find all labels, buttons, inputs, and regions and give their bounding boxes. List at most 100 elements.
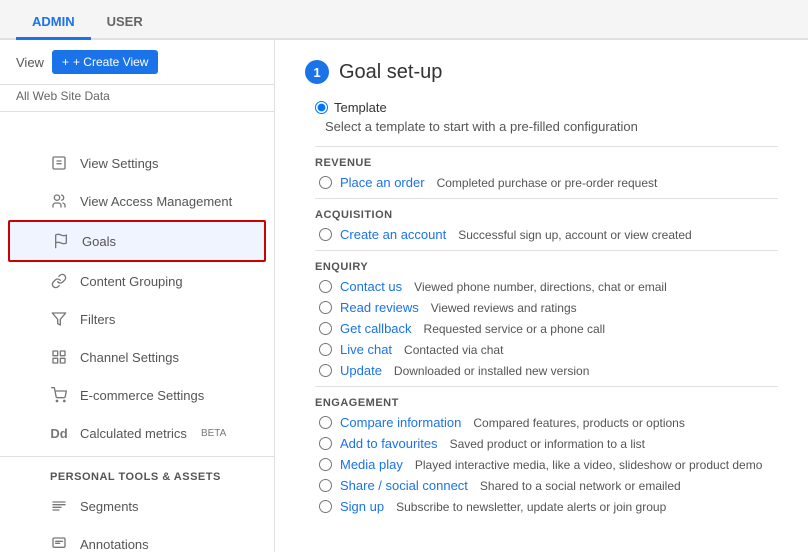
sidebar-item-annotations[interactable]: Annotations — [0, 525, 274, 552]
beta-badge: BETA — [201, 428, 226, 439]
media-play-label[interactable]: Media play — [340, 457, 403, 472]
main-content: 1 Goal set-up Template Select a template… — [275, 40, 808, 552]
goal-option-compare-info: Compare information Compared features, p… — [315, 415, 778, 430]
link-icon — [50, 272, 68, 290]
share-social-radio[interactable] — [319, 479, 332, 492]
goal-option-read-reviews: Read reviews Viewed reviews and ratings — [315, 300, 778, 315]
create-account-label[interactable]: Create an account — [340, 227, 446, 242]
people-icon — [50, 192, 68, 210]
place-order-label[interactable]: Place an order — [340, 175, 425, 190]
tab-admin[interactable]: ADMIN — [16, 6, 91, 40]
compare-info-radio[interactable] — [319, 416, 332, 429]
flag-icon — [52, 232, 70, 250]
sidebar-item-label: View Settings — [80, 156, 159, 171]
create-view-label: + Create View — [73, 55, 149, 69]
cart-icon — [50, 386, 68, 404]
template-radio-option[interactable]: Template — [315, 100, 778, 115]
read-reviews-label[interactable]: Read reviews — [340, 300, 419, 315]
sidebar-item-label: View Access Management — [80, 194, 232, 209]
personal-section-title: PERSONAL TOOLS & ASSETS — [0, 461, 274, 487]
create-account-desc: Successful sign up, account or view crea… — [458, 228, 691, 242]
sidebar-item-view-access[interactable]: View Access Management — [0, 182, 274, 220]
template-radio[interactable] — [315, 101, 328, 114]
site-name: All Web Site Data — [0, 85, 274, 112]
back-arrow-button[interactable] — [0, 112, 32, 144]
sidebar-item-label: Channel Settings — [80, 350, 179, 365]
sidebar-item-ecommerce[interactable]: E-commerce Settings — [0, 376, 274, 414]
sidebar-item-label: Content Grouping — [80, 274, 183, 289]
goal-option-sign-up: Sign up Subscribe to newsletter, update … — [315, 499, 778, 514]
goal-option-share-social: Share / social connect Shared to a socia… — [315, 478, 778, 493]
add-favourites-label[interactable]: Add to favourites — [340, 436, 438, 451]
place-order-desc: Completed purchase or pre-order request — [437, 176, 658, 190]
compare-info-desc: Compared features, products or options — [473, 416, 684, 430]
sidebar-item-label: Calculated metrics — [80, 426, 187, 441]
update-radio[interactable] — [319, 364, 332, 377]
update-desc: Downloaded or installed new version — [394, 364, 589, 378]
tab-user[interactable]: USER — [91, 6, 159, 40]
contact-us-label[interactable]: Contact us — [340, 279, 402, 294]
template-description: Select a template to start with a pre-fi… — [325, 119, 778, 134]
sidebar-item-label: E-commerce Settings — [80, 388, 204, 403]
share-social-desc: Shared to a social network or emailed — [480, 479, 681, 493]
read-reviews-radio[interactable] — [319, 301, 332, 314]
plus-icon: + — [62, 55, 69, 69]
sign-up-label[interactable]: Sign up — [340, 499, 384, 514]
goal-option-add-favourites: Add to favourites Saved product or infor… — [315, 436, 778, 451]
get-callback-radio[interactable] — [319, 322, 332, 335]
media-play-radio[interactable] — [319, 458, 332, 471]
doc-icon — [50, 154, 68, 172]
enquiry-section-label: ENQUIRY — [315, 261, 778, 273]
goal-option-live-chat: Live chat Contacted via chat — [315, 342, 778, 357]
sidebar-item-calculated-metrics[interactable]: Dd Calculated metrics BETA — [0, 414, 274, 452]
revenue-section-label: REVENUE — [315, 157, 778, 169]
place-order-radio[interactable] — [319, 176, 332, 189]
sidebar-item-segments[interactable]: Segments — [0, 487, 274, 525]
sidebar-item-label: Filters — [80, 312, 115, 327]
filter-icon — [50, 310, 68, 328]
live-chat-label[interactable]: Live chat — [340, 342, 392, 357]
sidebar-item-label: Segments — [80, 499, 139, 514]
view-label: View — [16, 55, 44, 70]
get-callback-label[interactable]: Get callback — [340, 321, 412, 336]
calculated-icon: Dd — [50, 424, 68, 442]
acquisition-section-label: ACQUISITION — [315, 209, 778, 221]
step-number: 1 — [305, 60, 329, 84]
sidebar-item-channel-settings[interactable]: Channel Settings — [0, 338, 274, 376]
annotations-icon — [50, 535, 68, 552]
media-play-desc: Played interactive media, like a video, … — [415, 458, 763, 472]
sidebar-item-goals[interactable]: Goals — [8, 220, 266, 262]
goal-option-update: Update Downloaded or installed new versi… — [315, 363, 778, 378]
grid-icon — [50, 348, 68, 366]
compare-info-label[interactable]: Compare information — [340, 415, 461, 430]
sign-up-desc: Subscribe to newsletter, update alerts o… — [396, 500, 666, 514]
template-label[interactable]: Template — [334, 100, 387, 115]
goal-option-place-an-order: Place an order Completed purchase or pre… — [315, 175, 778, 190]
add-favourites-desc: Saved product or information to a list — [450, 437, 645, 451]
live-chat-radio[interactable] — [319, 343, 332, 356]
segments-icon — [50, 497, 68, 515]
update-label[interactable]: Update — [340, 363, 382, 378]
add-favourites-radio[interactable] — [319, 437, 332, 450]
sidebar-item-filters[interactable]: Filters — [0, 300, 274, 338]
goal-option-get-callback: Get callback Requested service or a phon… — [315, 321, 778, 336]
sidebar-item-view-settings[interactable]: View Settings — [0, 144, 274, 182]
get-callback-desc: Requested service or a phone call — [424, 322, 605, 336]
create-account-radio[interactable] — [319, 228, 332, 241]
page-title: Goal set-up — [339, 61, 442, 84]
sidebar-item-content-grouping[interactable]: Content Grouping — [0, 262, 274, 300]
contact-us-radio[interactable] — [319, 280, 332, 293]
read-reviews-desc: Viewed reviews and ratings — [431, 301, 577, 315]
engagement-section-label: ENGAGEMENT — [315, 397, 778, 409]
sidebar-header: View + + Create View — [0, 40, 274, 85]
sidebar-item-label: Annotations — [80, 537, 149, 552]
template-section: Template Select a template to start with… — [315, 100, 778, 514]
goal-setup-header: 1 Goal set-up — [305, 60, 778, 84]
sign-up-radio[interactable] — [319, 500, 332, 513]
goal-option-media-play: Media play Played interactive media, lik… — [315, 457, 778, 472]
create-view-button[interactable]: + + Create View — [52, 50, 159, 74]
share-social-label[interactable]: Share / social connect — [340, 478, 468, 493]
goal-option-contact-us: Contact us Viewed phone number, directio… — [315, 279, 778, 294]
contact-us-desc: Viewed phone number, directions, chat or… — [414, 280, 667, 294]
sidebar-item-label: Goals — [82, 234, 116, 249]
